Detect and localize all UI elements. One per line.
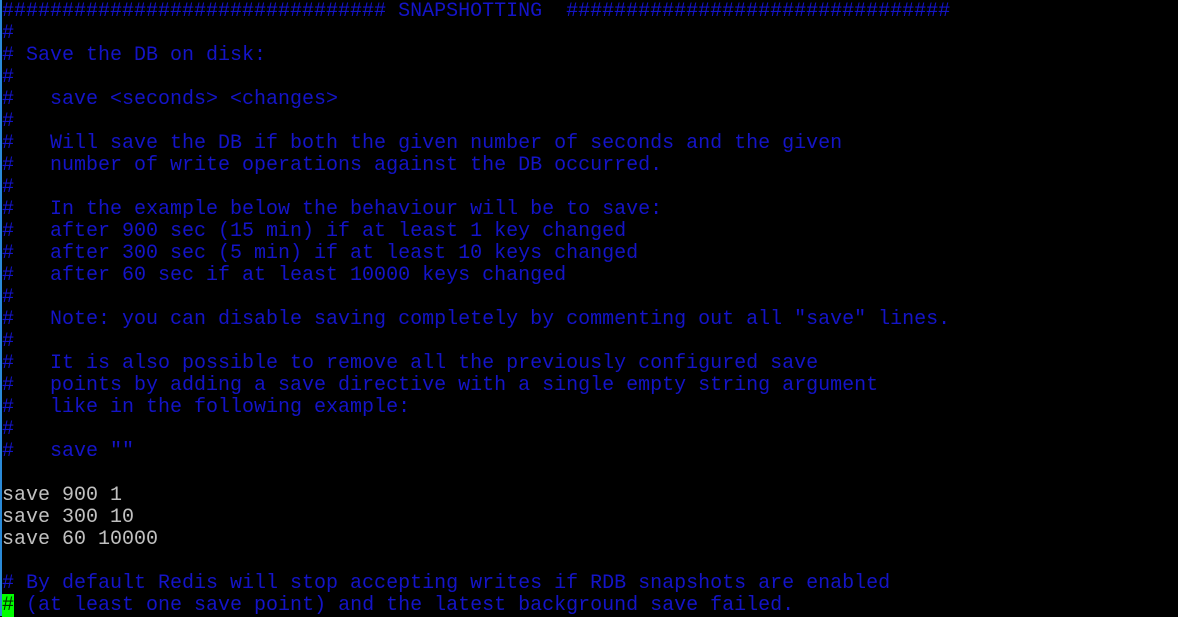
- comment-line: # after 60 sec if at least 10000 keys ch…: [2, 264, 567, 287]
- save-directive-line: save 300 10: [2, 506, 135, 529]
- comment-line: # save "": [2, 440, 135, 463]
- comment-line: # points by adding a save directive with…: [2, 374, 879, 397]
- save-directive-line: save 60 10000: [2, 528, 159, 551]
- section-header-line: ################################ SNAPSHO…: [2, 0, 951, 23]
- comment-line: # Will save the DB if both the given num…: [2, 132, 843, 155]
- cursor-line: # (at least one save point) and the late…: [2, 594, 950, 617]
- comment-line: # number of write operations against the…: [2, 154, 663, 177]
- comment-line: # It is also possible to remove all the …: [2, 352, 819, 375]
- comment-line: #: [2, 418, 15, 441]
- comment-line: # Note: you can disable saving completel…: [2, 308, 951, 331]
- comment-line: # In the example below the behaviour wil…: [2, 198, 663, 221]
- comment-line: #: [2, 286, 15, 309]
- comment-line: #: [2, 66, 15, 89]
- terminal-window[interactable]: ################################ SNAPSHO…: [0, 0, 1178, 617]
- comment-line: # like in the following example:: [2, 396, 411, 419]
- comment-line: # Save the DB on disk:: [2, 44, 267, 67]
- comment-line: # after 900 sec (15 min) if at least 1 k…: [2, 220, 627, 243]
- save-directive-line: save 900 1: [2, 484, 123, 507]
- comment-line: #: [2, 110, 15, 133]
- comment-line: #: [2, 330, 15, 353]
- comment-line: # after 300 sec (5 min) if at least 10 k…: [2, 242, 639, 265]
- comment-line: # save <seconds> <changes>: [2, 88, 339, 111]
- text-cursor[interactable]: #: [2, 594, 15, 617]
- comment-line: # By default Redis will stop accepting w…: [2, 572, 891, 595]
- comment-line: #: [2, 176, 15, 199]
- comment-line: #: [2, 22, 15, 45]
- terminal-text-buffer[interactable]: ################################ SNAPSHO…: [2, 1, 950, 617]
- cursor-line-text: (at least one save point) and the latest…: [14, 594, 795, 617]
